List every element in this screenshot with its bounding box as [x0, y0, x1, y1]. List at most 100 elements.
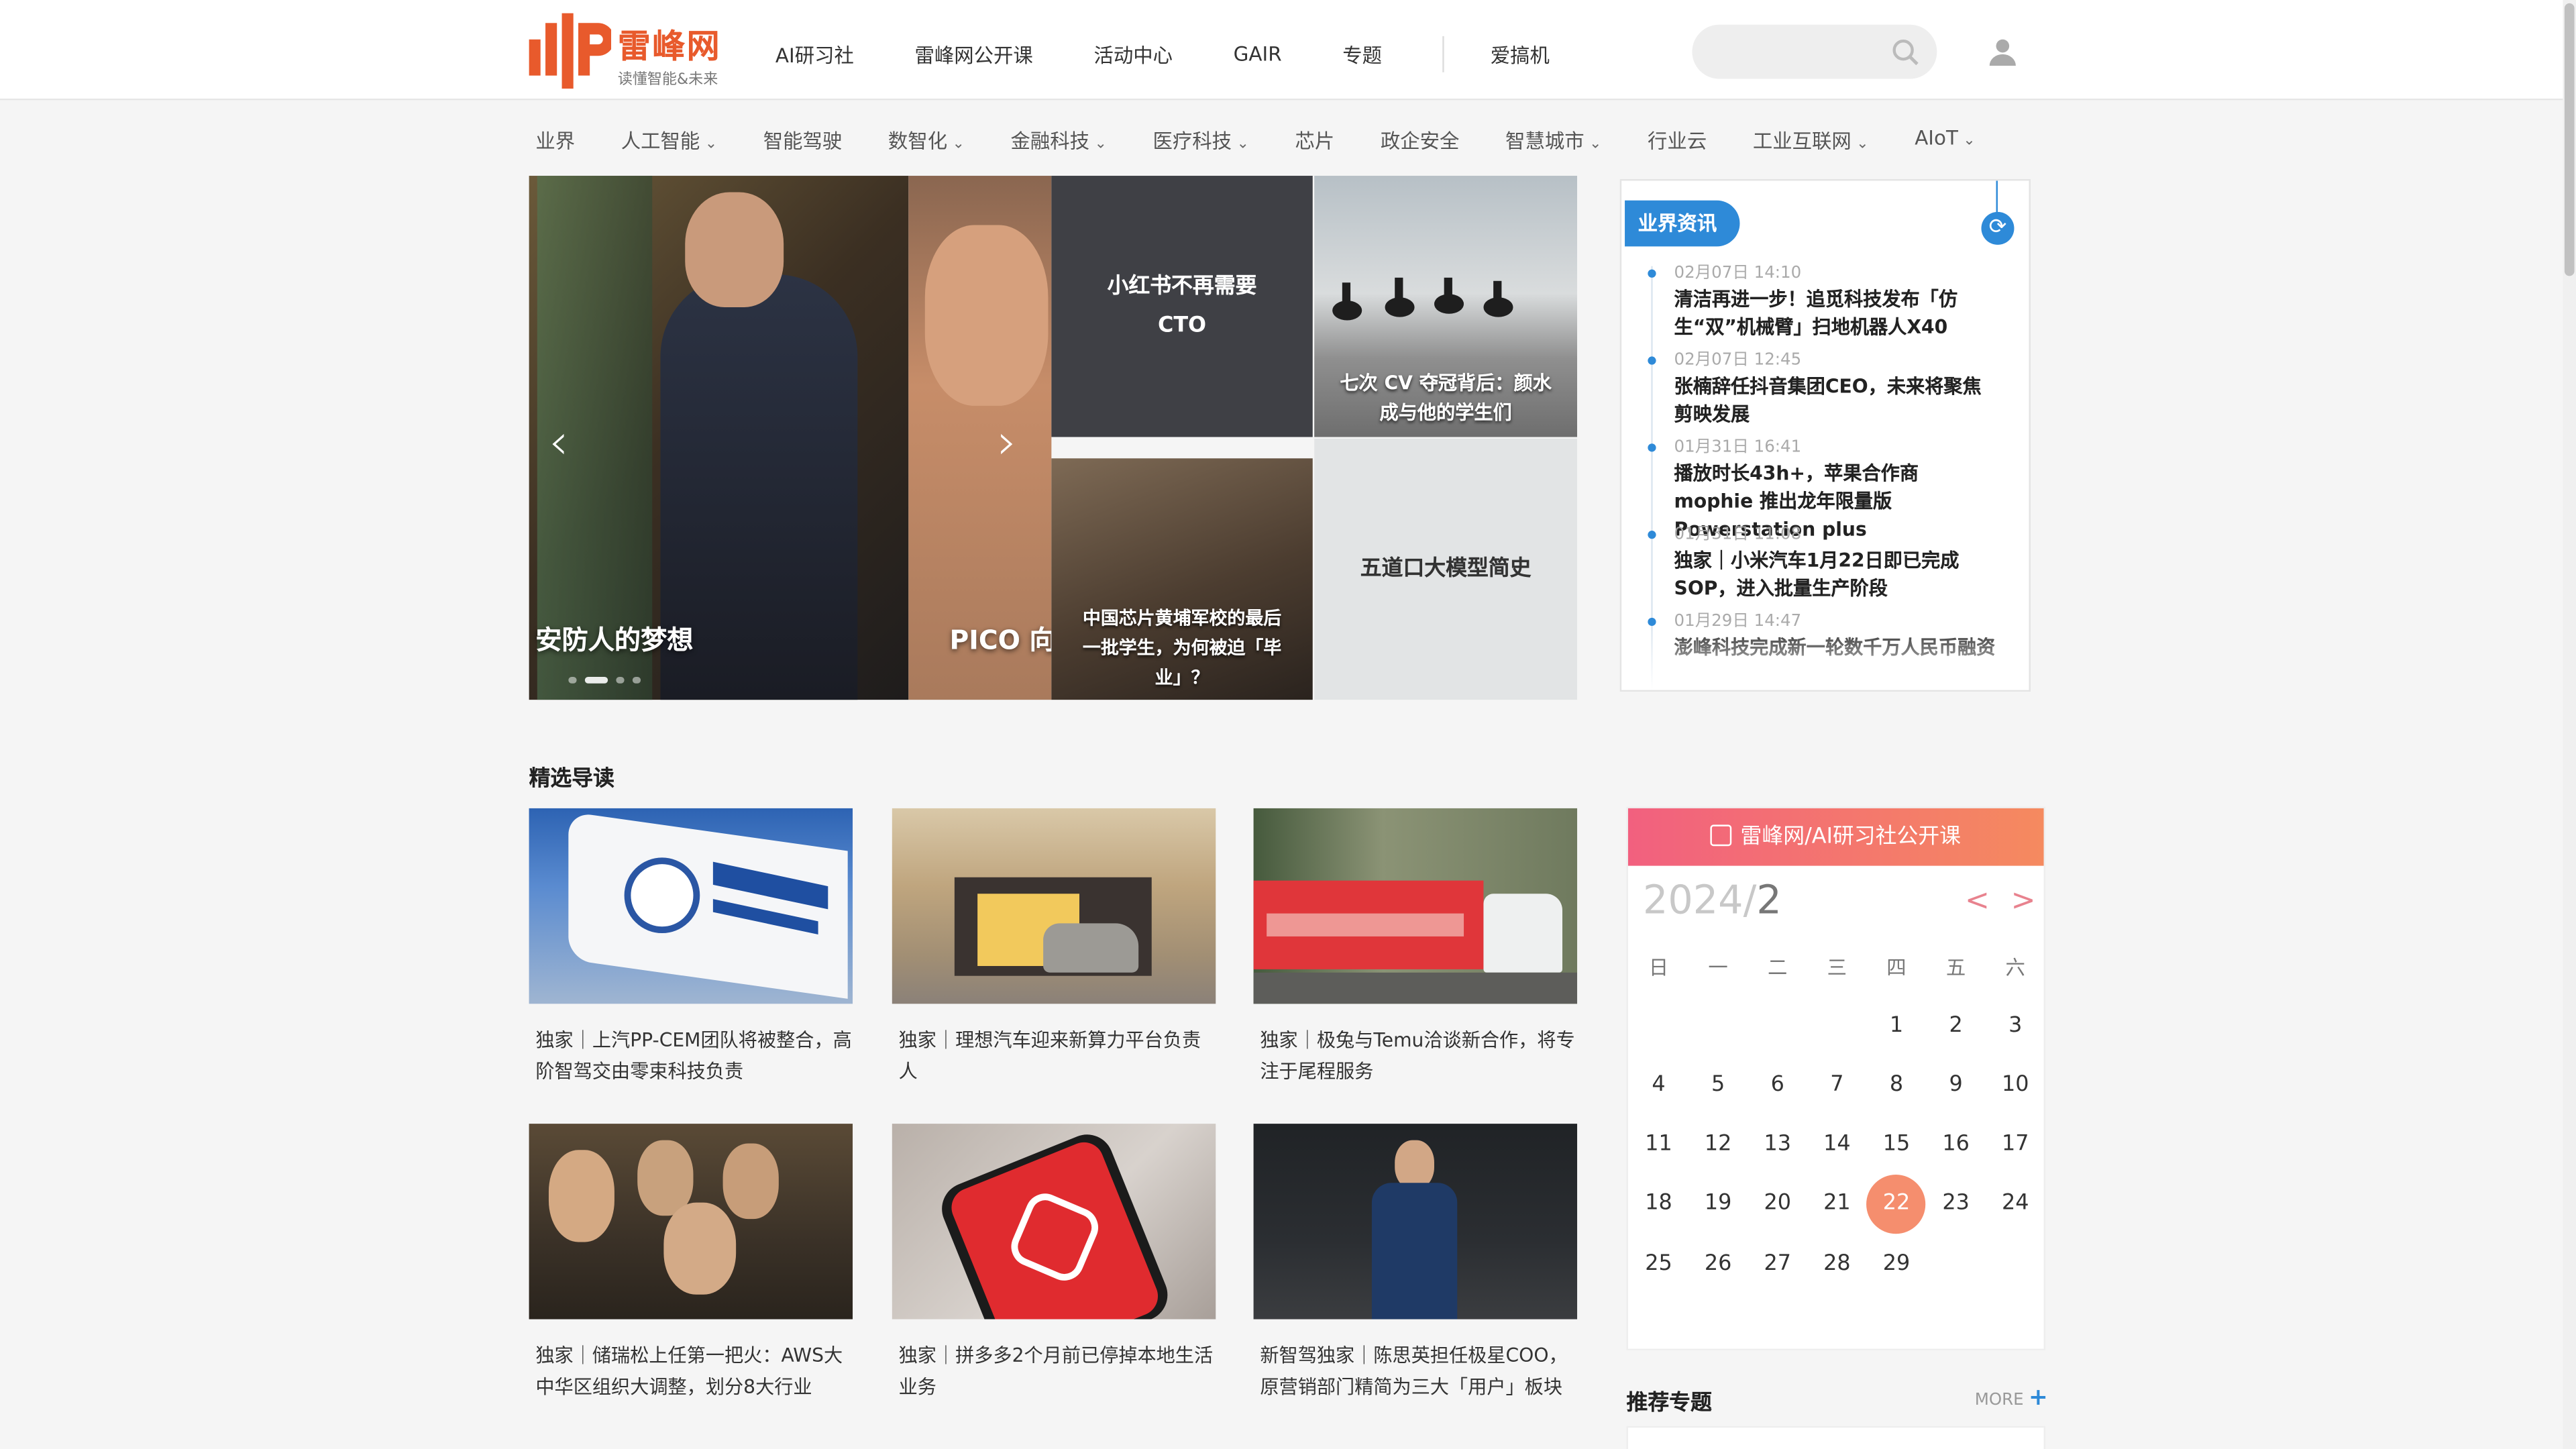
calendar-day[interactable]: 6: [1748, 1055, 1807, 1115]
calendar-day[interactable]: 4: [1629, 1055, 1688, 1115]
calendar-day[interactable]: 2: [1926, 996, 1986, 1056]
category-item[interactable]: 业界: [535, 127, 575, 155]
carousel-prev-icon[interactable]: ‹: [549, 414, 568, 472]
calendar-day-today[interactable]: 22: [1866, 1174, 1927, 1234]
news-item[interactable]: 01月31日 16:41 播放时长43h+，苹果合作商 mophie 推出龙年限量…: [1621, 437, 2029, 541]
category-item[interactable]: AIoT ⌄: [1915, 127, 1976, 155]
site-logo[interactable]: 雷峰网 读懂智能&未来: [529, 13, 730, 89]
calendar-day[interactable]: 9: [1926, 1055, 1986, 1115]
featured-card-title[interactable]: 独家｜极兔与Temu洽谈新合作，将专注于尾程服务: [1254, 1025, 1577, 1086]
feature-tile[interactable]: 小红书不再需要CTO: [1051, 176, 1313, 437]
calendar-day[interactable]: 17: [1986, 1115, 2045, 1175]
refresh-icon[interactable]: ⟳: [1981, 211, 2015, 245]
calendar-day[interactable]: 14: [1807, 1115, 1867, 1175]
featured-card-title[interactable]: 独家｜上汽PP-CEM团队将被整合，高阶智驾交由零束科技负责: [529, 1025, 853, 1086]
category-item[interactable]: 行业云: [1648, 127, 1707, 155]
featured-card-image[interactable]: [529, 808, 853, 1004]
calendar-day[interactable]: 29: [1867, 1234, 1927, 1293]
news-item[interactable]: 02月07日 12:45 张楠辞任抖音集团CEO，未来将聚焦剪映发展: [1621, 350, 2029, 437]
carousel-dot[interactable]: [632, 676, 641, 684]
calendar-day[interactable]: 5: [1688, 1055, 1748, 1115]
nav-gair[interactable]: GAIR: [1234, 43, 1282, 66]
news-item[interactable]: 01月31日 11:08 独家｜小米汽车1月22日即已完成SOP，进入批量生产阶段: [1621, 524, 2029, 611]
category-item[interactable]: 政企安全: [1381, 127, 1460, 155]
category-item[interactable]: 工业互联网 ⌄: [1753, 127, 1869, 155]
calendar-day[interactable]: 21: [1807, 1174, 1867, 1234]
featured-card[interactable]: 独家｜理想汽车迎来新算力平台负责人: [892, 808, 1216, 1086]
calendar-day[interactable]: 11: [1629, 1115, 1688, 1175]
calendar-header[interactable]: 雷峰网/AI研习社公开课: [1627, 808, 2044, 866]
feature-tile[interactable]: 五道口大模型简史: [1314, 438, 1578, 700]
news-title[interactable]: 独家｜小米汽车1月22日即已完成SOP，进入批量生产阶段: [1674, 547, 2000, 603]
calendar-day[interactable]: 20: [1748, 1174, 1807, 1234]
calendar-day[interactable]: 13: [1748, 1115, 1807, 1175]
search-box[interactable]: [1692, 24, 1937, 79]
calendar-day[interactable]: 28: [1807, 1234, 1867, 1293]
more-link[interactable]: MORE +: [1975, 1385, 2048, 1411]
calendar-day[interactable]: 10: [1986, 1055, 2045, 1115]
scrollbar-thumb[interactable]: [2564, 3, 2575, 276]
news-title[interactable]: 张楠辞任抖音集团CEO，未来将聚焦剪映发展: [1674, 373, 2000, 429]
nav-topics[interactable]: 专题: [1342, 40, 1382, 68]
category-label: 行业云: [1648, 129, 1707, 153]
calendar-prev-button[interactable]: <: [1965, 884, 1990, 918]
calendar-day[interactable]: 16: [1926, 1115, 1986, 1175]
calendar-day[interactable]: 7: [1807, 1055, 1867, 1115]
featured-card-image[interactable]: [529, 1124, 853, 1320]
calendar-day[interactable]: 25: [1629, 1234, 1688, 1293]
featured-card-title[interactable]: 独家｜理想汽车迎来新算力平台负责人: [892, 1025, 1216, 1086]
category-item[interactable]: 芯片: [1295, 127, 1335, 155]
carousel-next-icon[interactable]: ›: [998, 414, 1017, 472]
nav-open-course[interactable]: 雷峰网公开课: [914, 40, 1032, 68]
featured-card[interactable]: 独家｜拼多多2个月前已停掉本地生活业务: [892, 1124, 1216, 1401]
nav-aigaoji[interactable]: 爱搞机: [1491, 40, 1550, 68]
logo-text: 雷峰网: [617, 26, 722, 66]
featured-card[interactable]: 独家｜储瑞松上任第一把火：AWS大中华区组织大调整，划分8大行业: [529, 1124, 853, 1401]
calendar-day[interactable]: 12: [1688, 1115, 1748, 1175]
featured-card[interactable]: 独家｜极兔与Temu洽谈新合作，将专注于尾程服务: [1253, 808, 1578, 1086]
calendar-day[interactable]: 27: [1748, 1234, 1807, 1293]
carousel-caption-next[interactable]: PICO 向: [950, 618, 1056, 657]
page-scrollbar[interactable]: [2563, 0, 2576, 1449]
carousel-dot-active[interactable]: [584, 676, 608, 684]
category-item[interactable]: 医疗科技 ⌄: [1153, 127, 1249, 155]
calendar-day[interactable]: 24: [1986, 1174, 2045, 1234]
user-icon[interactable]: [1988, 36, 2017, 66]
nav-events[interactable]: 活动中心: [1093, 40, 1173, 68]
nav-ai-yanxishe[interactable]: AI研习社: [775, 40, 854, 68]
calendar-day[interactable]: 15: [1867, 1115, 1927, 1175]
calendar-day[interactable]: 8: [1867, 1055, 1927, 1115]
featured-card[interactable]: 新智驾独家｜陈思英担任极星COO，原营销部门精简为三大「用户」板块: [1253, 1124, 1578, 1401]
featured-card-image[interactable]: [1253, 1124, 1578, 1320]
featured-card[interactable]: 独家｜上汽PP-CEM团队将被整合，高阶智驾交由零束科技负责: [529, 808, 853, 1086]
search-input[interactable]: [1692, 24, 1873, 79]
featured-card-title[interactable]: 独家｜储瑞松上任第一把火：AWS大中华区组织大调整，划分8大行业: [529, 1340, 853, 1401]
calendar-day[interactable]: 18: [1629, 1174, 1688, 1234]
news-item[interactable]: 02月07日 14:10 清洁再进一步！追觅科技发布「仿生“双”机械臂」扫地机器人…: [1621, 263, 2029, 350]
search-icon[interactable]: [1891, 38, 1921, 67]
featured-card-title[interactable]: 独家｜拼多多2个月前已停掉本地生活业务: [892, 1340, 1216, 1401]
category-item[interactable]: 金融科技 ⌄: [1011, 127, 1107, 155]
news-title[interactable]: 清洁再进一步！追觅科技发布「仿生“双”机械臂」扫地机器人X40: [1674, 286, 2000, 341]
category-item[interactable]: 人工智能 ⌄: [621, 127, 717, 155]
calendar-month: 2: [1756, 877, 1782, 924]
featured-card-image[interactable]: [892, 1124, 1216, 1320]
category-item[interactable]: 智慧城市 ⌄: [1505, 127, 1601, 155]
category-item[interactable]: 智能驾驶: [763, 127, 843, 155]
carousel-caption[interactable]: 安防人的梦想: [535, 618, 693, 657]
calendar-day[interactable]: 1: [1867, 996, 1927, 1056]
featured-card-title[interactable]: 新智驾独家｜陈思英担任极星COO，原营销部门精简为三大「用户」板块: [1254, 1340, 1577, 1401]
calendar-day[interactable]: 26: [1688, 1234, 1748, 1293]
top-nav: AI研习社 雷峰网公开课 活动中心 GAIR 专题 爱搞机: [775, 36, 1611, 72]
calendar-next-button[interactable]: >: [2011, 884, 2036, 918]
featured-card-image[interactable]: [892, 808, 1216, 1004]
feature-tile[interactable]: 中国芯片黄埔军校的最后一批学生，为何被迫「毕业」？: [1051, 458, 1313, 700]
featured-card-image[interactable]: [1253, 808, 1578, 1004]
carousel-dot[interactable]: [616, 676, 625, 684]
calendar-day[interactable]: 23: [1926, 1174, 1986, 1234]
carousel-dot[interactable]: [568, 676, 577, 684]
calendar-day[interactable]: 19: [1688, 1174, 1748, 1234]
category-item[interactable]: 数智化 ⌄: [888, 127, 965, 155]
calendar-day[interactable]: 3: [1986, 996, 2045, 1056]
feature-tile[interactable]: 七次 CV 夺冠背后：颜水成与他的学生们: [1314, 176, 1578, 437]
